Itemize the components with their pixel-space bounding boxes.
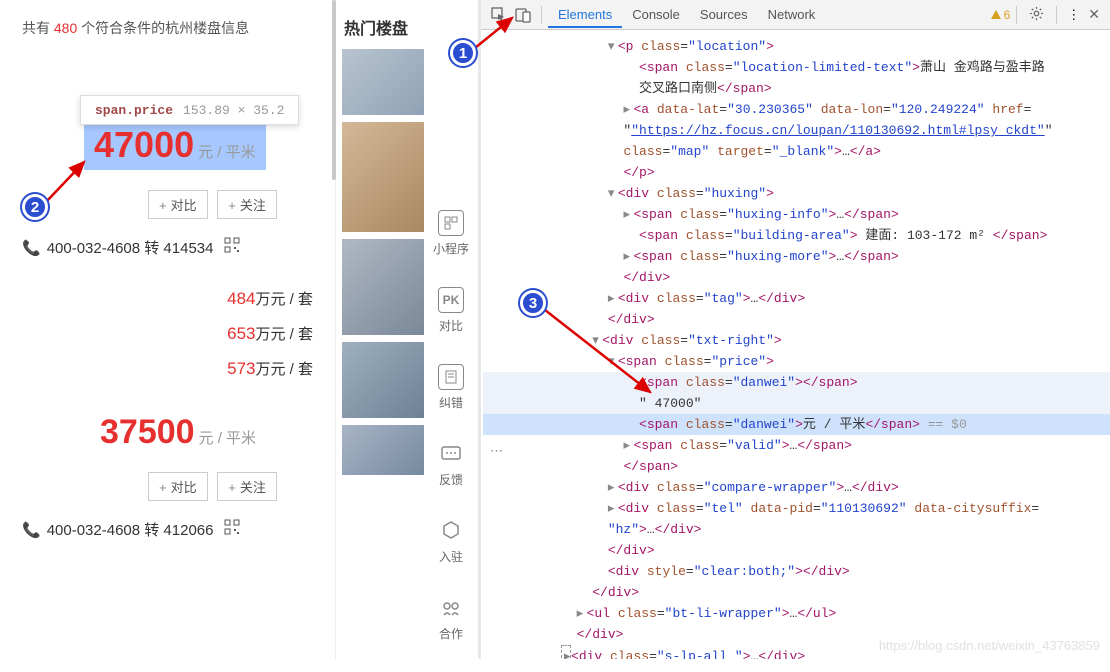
callout-2: 2 [22,194,48,220]
tooltip-selector: span.price [95,103,173,118]
count-number: 480 [54,20,77,36]
elements-tree[interactable]: ▾<p class="location"> <span class="locat… [481,30,1110,659]
tab-sources[interactable]: Sources [690,1,758,28]
gear-icon[interactable] [1029,6,1044,24]
side-toolbar: 小程序 PK 对比 纠错 反馈 入驻 合作 [430,210,472,672]
inspect-tooltip: span.price 153.89 × 35.2 [80,95,299,125]
more-icon[interactable]: ⋮ [1067,7,1080,23]
join-icon [438,518,464,544]
scroll-indicator[interactable] [332,0,336,180]
tel-number[interactable]: 400-032-4608 转 414534 [47,240,214,257]
side-label: 入驻 [439,548,463,565]
tel-number-2[interactable]: 400-032-4608 转 412066 [47,522,214,539]
tree-link[interactable]: "https://hz.focus.cn/loupan/110130692.ht… [631,123,1044,138]
phone-icon: 📞 [22,240,41,257]
count-suffix: 个符合条件的杭州楼盘信息 [77,20,249,36]
tooltip-dimensions: 153.89 × 35.2 [183,103,284,118]
side-report[interactable]: 纠错 [438,364,464,411]
price-value: 47000 [94,124,194,165]
side-label: 反馈 [439,471,463,488]
result-count: 共有 480 个符合条件的杭州楼盘信息 [22,18,313,38]
follow-button-2[interactable]: +关注 [217,472,277,501]
callout-3: 3 [520,290,546,316]
tree-text: 萧山 金鸡路与盈丰路 [920,60,1045,75]
tab-network[interactable]: Network [758,1,826,28]
thumb-2[interactable] [342,122,424,232]
count-prefix: 共有 [22,20,54,36]
miniprogram-icon [438,210,464,236]
hot-listings-title: 热门楼盘 [340,0,426,49]
side-pk[interactable]: PK 对比 [438,287,464,334]
side-label: 纠错 [439,394,463,411]
pk-icon: PK [438,287,464,313]
thumb-3[interactable] [342,239,424,335]
price-line-2: 653万元 / 套 [22,323,313,344]
price-unit: 元 / 平米 [198,144,256,161]
inspect-element-icon[interactable] [491,7,507,23]
thumb-5[interactable] [342,425,424,475]
side-feedback[interactable]: 反馈 [438,441,464,488]
report-icon [438,364,464,390]
feedback-icon [438,441,464,467]
tel-row: 📞 400-032-4608 转 414534 [22,237,313,258]
side-label: 小程序 [433,240,469,257]
thumb-1[interactable] [342,49,424,115]
price-line-3: 573万元 / 套 [22,358,313,379]
side-label: 合作 [439,625,463,642]
action-buttons-2: +对比 +关注 [142,472,313,501]
thumb-4[interactable] [342,342,424,418]
watermark: https://blog.csdn.net/weixin_43763859 [879,638,1100,653]
action-buttons: +对比 +关注 [142,190,313,219]
phone-icon: 📞 [22,522,41,539]
price-unit-2: 元 / 平米 [199,430,257,447]
listing-2: 37500元 / 平米 +对比 +关注 📞 400-032-4608 转 4120… [22,393,313,540]
qr-icon[interactable] [224,240,240,257]
price-line-1: 484万元 / 套 [22,288,313,309]
tab-console[interactable]: Console [622,1,690,28]
compare-button[interactable]: +对比 [148,190,208,219]
side-label: 对比 [439,317,463,334]
price-highlight[interactable]: 47000元 / 平米 [84,120,266,170]
side-cooperate[interactable]: 合作 [438,595,464,642]
cooperate-icon [438,595,464,621]
price-value-2: 37500 [100,413,195,452]
selected-node[interactable]: <span class="danwei">元 / 平米</span> == $0 [483,414,1110,435]
listing-panel: 共有 480 个符合条件的杭州楼盘信息 span.price 153.89 × 3… [0,0,335,659]
compare-button-2[interactable]: +对比 [148,472,208,501]
callout-1: 1 [450,40,476,66]
close-icon[interactable]: ✕ [1088,6,1100,23]
qr-icon[interactable] [224,522,240,539]
thumbnails-panel: 热门楼盘 [335,0,430,659]
tel-row-2: 📞 400-032-4608 转 412066 [22,519,313,540]
side-miniprogram[interactable]: 小程序 [433,210,469,257]
gutter-dots: ⋯ [490,443,503,459]
warning-count[interactable]: 6 [991,8,1011,22]
tab-elements[interactable]: Elements [548,1,622,28]
side-join[interactable]: 入驻 [438,518,464,565]
device-toggle-icon[interactable] [515,7,531,23]
devtools-toolbar: Elements Console Sources Network 6 ⋮ ✕ [481,0,1110,30]
follow-button[interactable]: +关注 [217,190,277,219]
